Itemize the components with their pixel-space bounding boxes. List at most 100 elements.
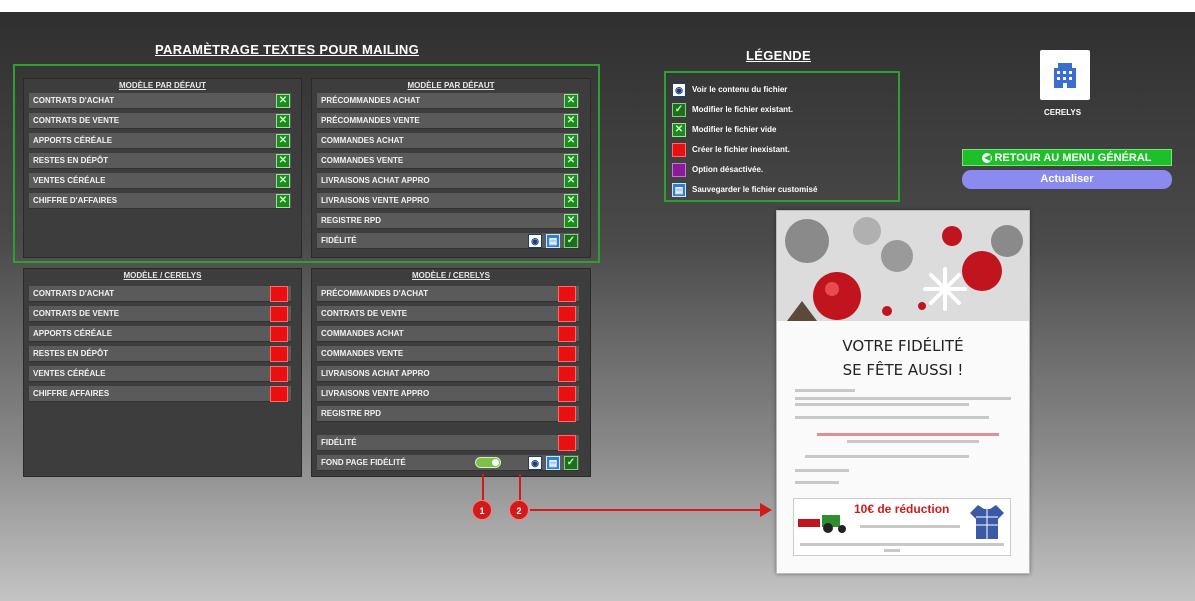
row-label: PRÉCOMMANDES D'ACHAT (321, 289, 429, 298)
callout-badge-2: 2 (509, 500, 529, 520)
x-icon[interactable]: ✕ (276, 174, 290, 188)
red-square-icon[interactable] (270, 306, 288, 322)
poster-text-line (795, 403, 969, 406)
row-label: PRÉCOMMANDES ACHAT (321, 96, 421, 105)
default-row-commandes-achat[interactable]: COMMANDES ACHAT ✕ (317, 133, 579, 149)
default-row-contrats-achat[interactable]: CONTRATS D'ACHAT ✕ (29, 93, 291, 109)
cerelys-row-restes-depot[interactable]: RESTES EN DÉPÔT (29, 346, 291, 362)
cerelys-row-ventes-cereale[interactable]: VENTES CÉRÉALE (29, 366, 291, 382)
page-title: PARAMÈTRAGE TEXTES POUR MAILING (155, 42, 420, 57)
loyalty-poster-preview: VOTRE FIDÉLITÉ SE FÊTE AUSSI ! 10€ de ré… (776, 210, 1030, 574)
row-label: REGISTRE RPD (321, 409, 382, 418)
callout-line-2 (519, 474, 521, 500)
red-square-icon[interactable] (558, 286, 576, 302)
cerelys-left-panel: MODÈLE / CERELYS CONTRATS D'ACHAT CONTRA… (23, 268, 302, 477)
row-label: CONTRATS D'ACHAT (33, 96, 115, 105)
check-icon[interactable]: ✓ (564, 456, 578, 470)
red-square-icon[interactable] (558, 386, 576, 402)
cerelys-row-commandes-vente[interactable]: COMMANDES VENTE (317, 346, 579, 362)
cerelys-row-fidelite[interactable]: FIDÉLITÉ (317, 435, 579, 451)
coupon-block: 10€ de réduction (793, 498, 1011, 556)
default-right-panel: MODÈLE PAR DÉFAUT PRÉCOMMANDES ACHAT ✕ P… (311, 78, 591, 258)
red-square-icon[interactable] (558, 326, 576, 342)
default-row-chiffre-affaires[interactable]: CHIFFRE D'AFFAIRES ✕ (29, 193, 291, 209)
background-toggle[interactable] (475, 457, 501, 468)
row-label: RESTES EN DÉPÔT (33, 349, 109, 358)
red-square-icon[interactable] (558, 366, 576, 382)
toggle-knob (492, 459, 499, 466)
coupon-title: 10€ de réduction (854, 502, 950, 516)
red-square-icon[interactable] (558, 435, 576, 451)
cerelys-right-panel: MODÈLE / CERELYS PRÉCOMMANDES D'ACHAT CO… (311, 268, 591, 477)
default-row-contrats-vente[interactable]: CONTRATS DE VENTE ✕ (29, 113, 291, 129)
x-icon[interactable]: ✕ (276, 134, 290, 148)
default-row-commandes-vente[interactable]: COMMANDES VENTE ✕ (317, 153, 579, 169)
christmas-decoration-image (777, 211, 1029, 321)
x-icon[interactable]: ✕ (276, 154, 290, 168)
default-row-apports-cereale[interactable]: APPORTS CÉRÉALE ✕ (29, 133, 291, 149)
check-icon: ✓ (672, 103, 686, 117)
row-label: VENTES CÉRÉALE (33, 369, 106, 378)
legend-text: Sauvegarder le fichier customisé (692, 185, 818, 194)
row-label: LIVRAISONS ACHAT APPRO (321, 176, 430, 185)
default-row-ventes-cereale[interactable]: VENTES CÉRÉALE ✕ (29, 173, 291, 189)
cerelys-row-livraisons-achat-appro[interactable]: LIVRAISONS ACHAT APPRO (317, 366, 579, 382)
default-row-livraisons-vente-appro[interactable]: LIVRAISONS VENTE APPRO ✕ (317, 193, 579, 209)
cerelys-row-contrats-vente[interactable]: CONTRATS DE VENTE (29, 306, 291, 322)
row-label: REGISTRE RPD (321, 216, 382, 225)
red-square-icon[interactable] (558, 406, 576, 422)
x-icon[interactable]: ✕ (564, 114, 578, 128)
x-icon[interactable]: ✕ (564, 94, 578, 108)
row-label: FIDÉLITÉ (321, 438, 357, 447)
default-row-precommandes-vente[interactable]: PRÉCOMMANDES VENTE ✕ (317, 113, 579, 129)
default-row-fidelite[interactable]: FIDÉLITÉ ◉ ▤ ✓ (317, 233, 579, 249)
x-icon[interactable]: ✕ (276, 114, 290, 128)
cerelys-row-chiffre-affaires[interactable]: CHIFFRE AFFAIRES (29, 386, 291, 402)
refresh-button[interactable]: Actualiser (962, 170, 1172, 189)
default-row-restes-depot[interactable]: RESTES EN DÉPÔT ✕ (29, 153, 291, 169)
back-to-menu-button[interactable]: ◀ RETOUR AU MENU GÉNÉRAL (962, 149, 1172, 166)
cerelys-row-precommandes-achat[interactable]: PRÉCOMMANDES D'ACHAT (317, 286, 579, 302)
view-icon[interactable]: ◉ (528, 234, 542, 248)
x-icon[interactable]: ✕ (276, 94, 290, 108)
x-icon[interactable]: ✕ (276, 194, 290, 208)
legend-frame: ◉ Voir le contenu du fichier ✓ Modifier … (664, 71, 900, 202)
cerelys-row-livraisons-vente-appro[interactable]: LIVRAISONS VENTE APPRO (317, 386, 579, 402)
save-icon[interactable]: ▤ (546, 456, 560, 470)
row-label: CHIFFRE AFFAIRES (33, 389, 110, 398)
red-square-icon (672, 143, 686, 157)
callout-arrow-line (530, 509, 762, 511)
red-square-icon[interactable] (558, 346, 576, 362)
red-square-icon[interactable] (558, 306, 576, 322)
cerelys-row-contrats-vente[interactable]: CONTRATS DE VENTE (317, 306, 579, 322)
default-row-precommandes-achat[interactable]: PRÉCOMMANDES ACHAT ✕ (317, 93, 579, 109)
row-label: LIVRAISONS VENTE APPRO (321, 196, 430, 205)
red-square-icon[interactable] (270, 326, 288, 342)
view-icon: ◉ (672, 83, 686, 97)
x-icon[interactable]: ✕ (564, 174, 578, 188)
row-label: VENTES CÉRÉALE (33, 176, 106, 185)
back-arrow-icon: ◀ (982, 153, 993, 164)
x-icon[interactable]: ✕ (564, 134, 578, 148)
x-icon[interactable]: ✕ (564, 154, 578, 168)
cerelys-row-fond-page-fidelite[interactable]: FOND PAGE FIDÉLITÉ ◉ ▤ ✓ (317, 455, 579, 471)
red-square-icon[interactable] (270, 286, 288, 302)
default-row-registre-rpd[interactable]: REGISTRE RPD ✕ (317, 213, 579, 229)
cerelys-row-apports-cereale[interactable]: APPORTS CÉRÉALE (29, 326, 291, 342)
red-square-icon[interactable] (270, 366, 288, 382)
coupon-text-line (800, 543, 1004, 546)
cerelys-row-commandes-achat[interactable]: COMMANDES ACHAT (317, 326, 579, 342)
red-square-icon[interactable] (270, 386, 288, 402)
x-icon[interactable]: ✕ (564, 214, 578, 228)
default-row-livraisons-achat-appro[interactable]: LIVRAISONS ACHAT APPRO ✕ (317, 173, 579, 189)
cerelys-row-contrats-achat[interactable]: CONTRATS D'ACHAT (29, 286, 291, 302)
view-icon[interactable]: ◉ (528, 456, 542, 470)
save-icon[interactable]: ▤ (546, 234, 560, 248)
row-label: COMMANDES VENTE (321, 156, 404, 165)
cerelys-row-registre-rpd[interactable]: REGISTRE RPD (317, 406, 579, 422)
panel-heading: MODÈLE / CERELYS (123, 271, 202, 280)
check-icon[interactable]: ✓ (564, 234, 578, 248)
x-icon[interactable]: ✕ (564, 194, 578, 208)
legend-text: Modifier le fichier vide (692, 125, 777, 134)
red-square-icon[interactable] (270, 346, 288, 362)
